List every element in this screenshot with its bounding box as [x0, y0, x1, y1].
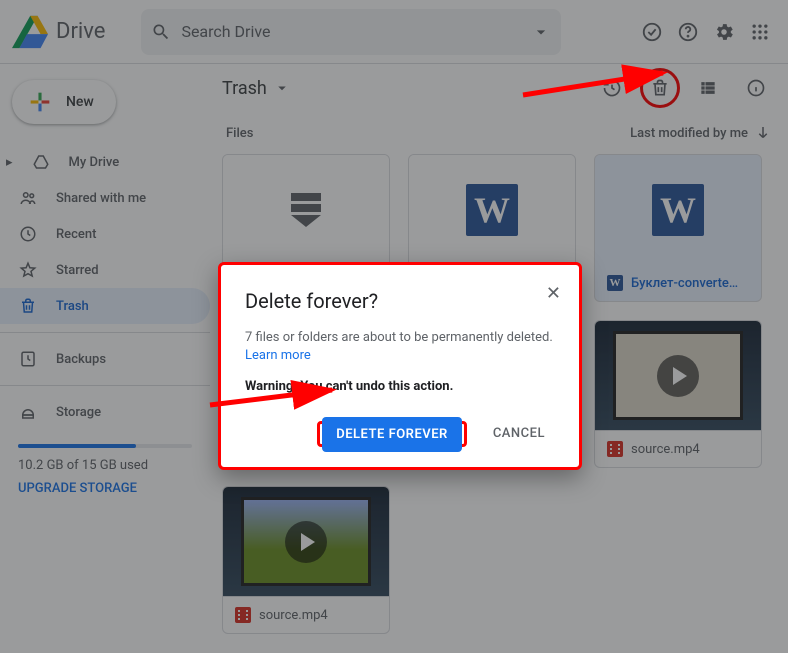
learn-more-link[interactable]: Learn more [245, 348, 311, 363]
delete-forever-button[interactable]: DELETE FOREVER [322, 417, 462, 452]
dialog-message: 7 files or folders are about to be perma… [245, 329, 555, 365]
annotation-arrow [210, 380, 340, 410]
dialog-title: Delete forever? [245, 289, 555, 313]
dialog-close-button[interactable]: ✕ [546, 283, 561, 304]
delete-forever-dialog: Delete forever? ✕ 7 files or folders are… [218, 262, 582, 470]
annotation-arrow [523, 70, 673, 100]
cancel-button[interactable]: CANCEL [483, 418, 555, 449]
